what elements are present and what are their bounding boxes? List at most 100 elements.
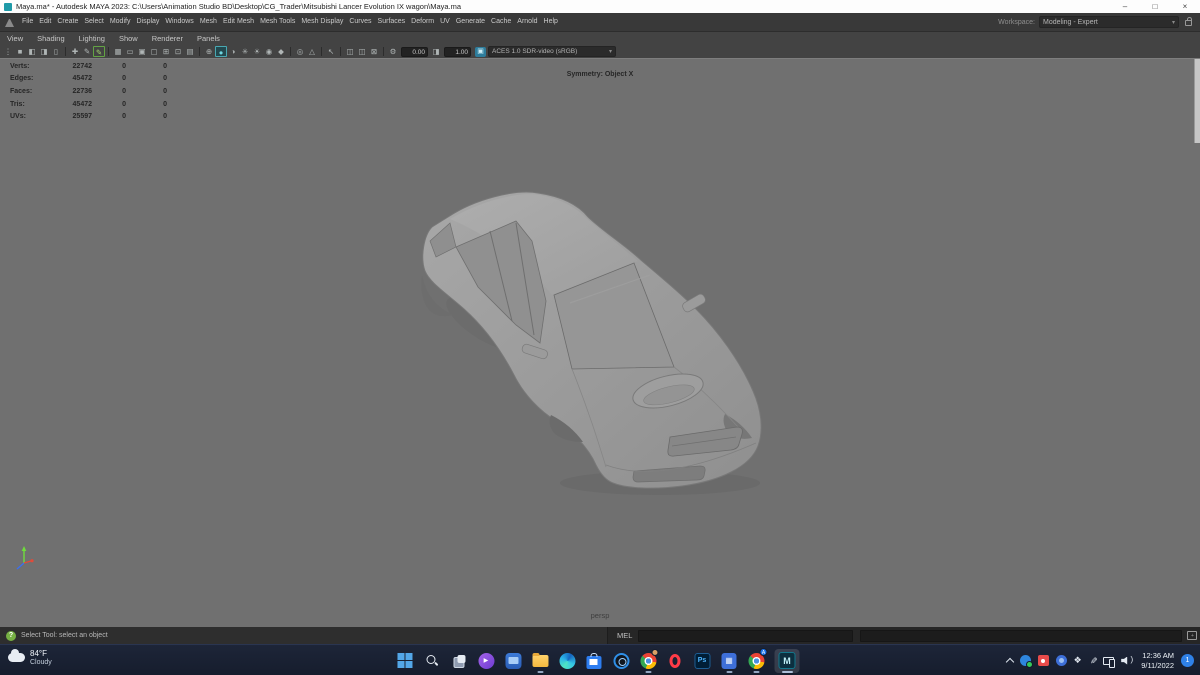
menu-create[interactable]: Create — [54, 13, 81, 31]
chrome-button[interactable] — [639, 648, 659, 673]
phone-link-icon[interactable] — [1103, 656, 1116, 668]
colorspace-dropdown[interactable]: ACES 1.0 SDR-video (sRGB) ▾ — [488, 46, 616, 57]
dropbox-icon[interactable]: ❖ — [1074, 655, 1082, 666]
menu-surfaces[interactable]: Surfaces — [375, 13, 409, 31]
symmetry-indicator: Symmetry: Object X — [566, 71, 634, 78]
prev-view-icon[interactable]: ◧ — [26, 46, 38, 57]
menu-curves[interactable]: Curves — [346, 13, 374, 31]
panel-menu-show[interactable]: Show — [112, 34, 145, 43]
next-view-icon[interactable]: ◨ — [38, 46, 50, 57]
grid-icon[interactable]: ▦ — [112, 46, 124, 57]
xray-icon[interactable]: ◎ — [294, 46, 306, 57]
notification-badge[interactable]: 1 — [1181, 654, 1194, 667]
axis-gizmo[interactable] — [8, 541, 38, 571]
tray-clock[interactable]: 12:36 AM 9/11/2022 — [1141, 651, 1174, 670]
file-explorer-button[interactable] — [531, 649, 548, 673]
shadows-icon[interactable]: ☀ — [251, 46, 263, 57]
viewport-persp[interactable]: Verts: 22742 0 0 Edges: 45472 0 0 Faces:… — [0, 58, 1200, 627]
menu-uv[interactable]: UV — [437, 13, 453, 31]
opera-icon — [669, 653, 681, 668]
menu-mesh[interactable]: Mesh — [197, 13, 220, 31]
red-square-icon[interactable] — [1037, 655, 1049, 666]
exposure-field[interactable]: 0.00 — [401, 46, 428, 57]
maximize-button[interactable]: □ — [1140, 0, 1170, 13]
panel-menu-lighting[interactable]: Lighting — [72, 34, 112, 43]
menu-file[interactable]: File — [19, 13, 36, 31]
bookmark-icon[interactable]: ▯ — [50, 46, 62, 57]
tray-chevron-up-icon[interactable] — [1005, 657, 1014, 667]
field-chart-icon[interactable]: ⊞ — [160, 46, 172, 57]
chrome-profile2-button[interactable]: A — [747, 647, 768, 673]
isolate-select-icon[interactable]: △ — [306, 46, 318, 57]
menu-generate[interactable]: Generate — [453, 13, 488, 31]
task-view-button[interactable] — [450, 649, 467, 673]
mel-label[interactable]: MEL — [617, 631, 632, 640]
panel-menu-shading[interactable]: Shading — [30, 34, 72, 43]
menu-mesh-tools[interactable]: Mesh Tools — [257, 13, 298, 31]
pane-single-icon[interactable]: ◫ — [344, 46, 356, 57]
panel-menu-view[interactable]: View — [0, 34, 30, 43]
safe-title-icon[interactable]: ▤ — [184, 46, 196, 57]
lens-app-button[interactable] — [612, 649, 629, 673]
menu-edit[interactable]: Edit — [36, 13, 54, 31]
opera-button[interactable] — [666, 649, 683, 673]
sync-status-icon[interactable] — [1019, 655, 1033, 668]
close-button[interactable]: × — [1170, 0, 1200, 13]
textured-mode-icon[interactable]: ◑ — [227, 46, 239, 57]
gate-mask-icon[interactable]: ▢ — [148, 46, 160, 57]
colorspace-icon[interactable]: ▣ — [475, 46, 486, 57]
lock-icon[interactable] — [1185, 17, 1192, 26]
volume-icon[interactable] — [1121, 655, 1134, 667]
pane-double-icon[interactable]: ◫ — [356, 46, 368, 57]
media-app-button[interactable] — [504, 649, 521, 673]
pane-quad-icon[interactable]: ⊠ — [368, 46, 380, 57]
help-icon[interactable]: ? — [6, 630, 16, 641]
search-button[interactable] — [423, 649, 440, 673]
blue-circle-icon[interactable] — [1055, 655, 1067, 666]
panel-menu-renderer[interactable]: Renderer — [145, 34, 190, 43]
pencil-active-icon[interactable]: ✎ — [93, 46, 105, 57]
pencil-icon[interactable]: ✎ — [81, 46, 93, 57]
menu-windows[interactable]: Windows — [162, 13, 196, 31]
menu-select[interactable]: Select — [81, 13, 106, 31]
panel-menu-panels[interactable]: Panels — [190, 34, 227, 43]
select-arrow-icon[interactable]: ↖ — [325, 46, 337, 57]
view-cube-icon[interactable]: ■ — [14, 46, 26, 57]
collapsed-panel-grip[interactable] — [1194, 59, 1200, 143]
maya-app-icon[interactable] — [5, 18, 14, 27]
select-by-icon[interactable]: ✚ — [69, 46, 81, 57]
pen-icon[interactable]: ✎ — [1087, 657, 1098, 665]
menu-cache[interactable]: Cache — [488, 13, 514, 31]
wireframe-icon[interactable]: ⊕ — [203, 46, 215, 57]
safe-action-icon[interactable]: ⊡ — [172, 46, 184, 57]
menu-modify[interactable]: Modify — [107, 13, 134, 31]
workspace-dropdown[interactable]: Modeling - Expert ▾ — [1039, 16, 1179, 28]
gamma-field[interactable]: 1.00 — [444, 46, 471, 57]
gear-icon[interactable]: ⚙ — [387, 46, 399, 57]
photoshop-button[interactable]: Ps — [693, 649, 710, 673]
menu-mesh-display[interactable]: Mesh Display — [298, 13, 346, 31]
menu-display[interactable]: Display — [133, 13, 162, 31]
clipchamp-button[interactable]: ▶ — [477, 649, 494, 673]
ambient-occlusion-icon[interactable]: ◉ — [263, 46, 275, 57]
menu-deform[interactable]: Deform — [408, 13, 437, 31]
shaded-mode-icon[interactable]: ● — [215, 46, 227, 57]
minimize-button[interactable]: – — [1110, 0, 1140, 13]
film-gate-icon[interactable]: ▭ — [124, 46, 136, 57]
menu-arnold[interactable]: Arnold — [514, 13, 540, 31]
store-button[interactable] — [585, 649, 602, 673]
maya-taskbar-button[interactable]: M — [774, 648, 800, 673]
weather-widget[interactable]: 84°F Cloudy — [8, 649, 52, 667]
menu-edit-mesh[interactable]: Edit Mesh — [220, 13, 257, 31]
resolution-gate-icon[interactable]: ▣ — [136, 46, 148, 57]
edge-button[interactable] — [558, 649, 575, 673]
menu-help[interactable]: Help — [541, 13, 561, 31]
gamma-icon[interactable]: ◨ — [430, 46, 442, 57]
use-all-lights-icon[interactable]: ✳ — [239, 46, 251, 57]
script-editor-icon[interactable]: + — [1187, 631, 1198, 640]
anti-alias-icon[interactable]: ◆ — [275, 46, 287, 57]
mel-result-field[interactable] — [860, 629, 1183, 642]
mel-input-field[interactable] — [638, 629, 854, 642]
start-button[interactable] — [396, 649, 413, 673]
calculator-button[interactable]: ▦ — [720, 649, 737, 673]
